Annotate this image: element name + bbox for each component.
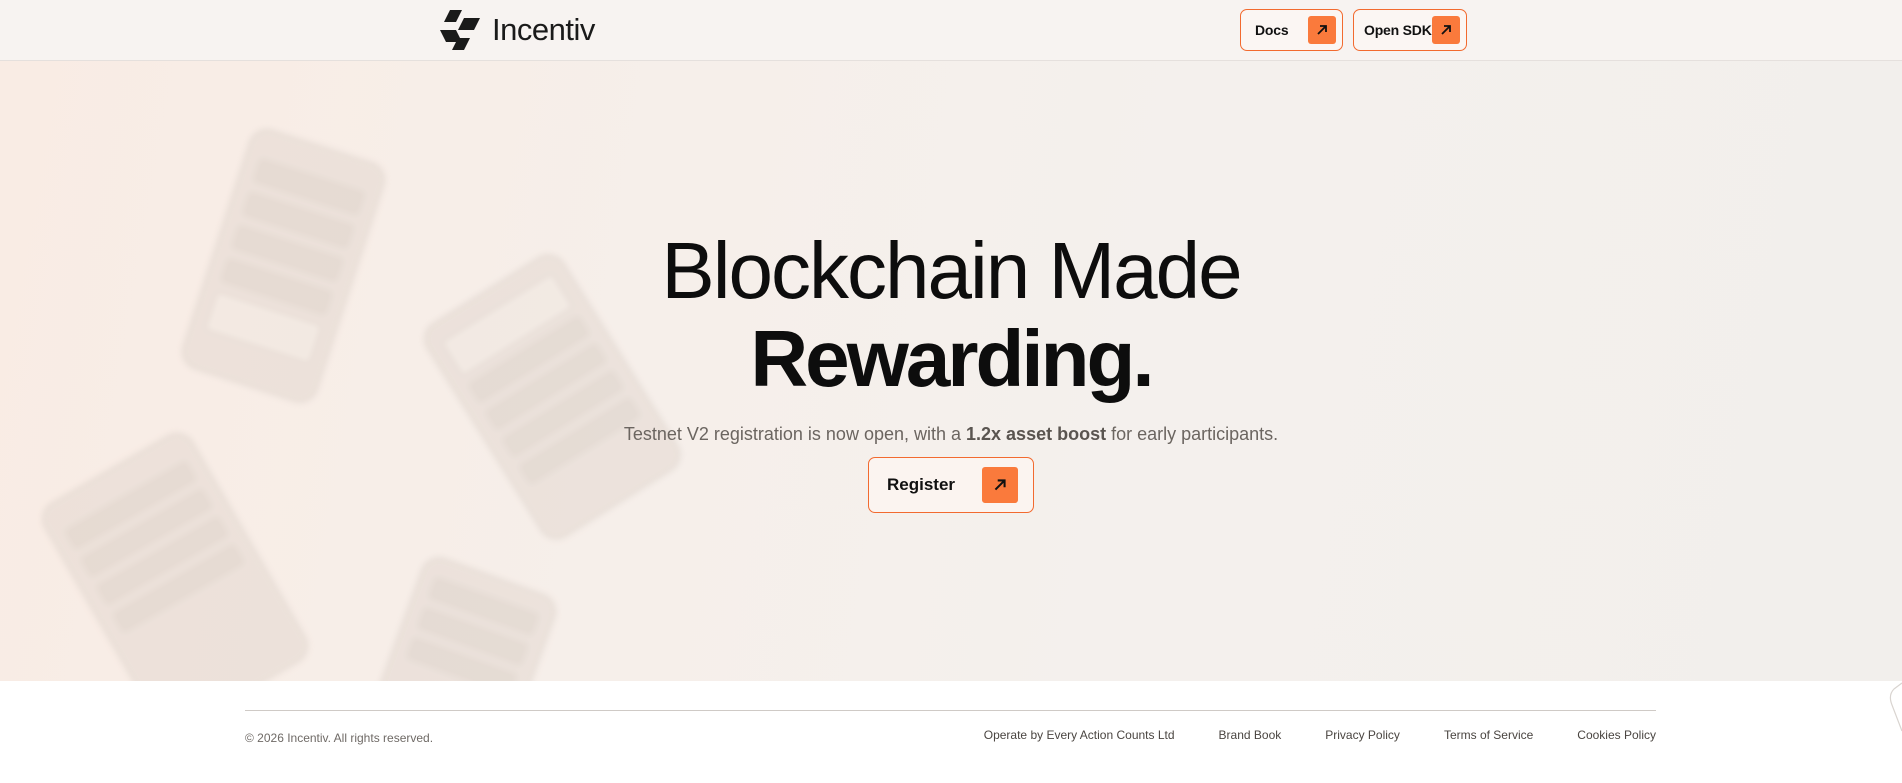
footer-link-privacy-policy[interactable]: Privacy Policy xyxy=(1325,728,1400,742)
arrow-up-right-icon xyxy=(1432,16,1460,44)
footer-links: Operate by Every Action Counts Ltd Brand… xyxy=(984,728,1656,742)
footer-link-cookies-policy[interactable]: Cookies Policy xyxy=(1577,728,1656,742)
register-button-label: Register xyxy=(887,475,956,494)
open-sdk-button[interactable]: Open SDK xyxy=(1353,9,1467,51)
subline-text-end: for early participants. xyxy=(1106,424,1279,444)
hero-section: Blockchain Made Rewarding. Testnet V2 re… xyxy=(0,61,1902,681)
hero-headline-line1: Blockchain Made xyxy=(661,226,1242,315)
footer-corner-decoration xyxy=(1889,682,1902,732)
hero-headline-line2: Rewarding. xyxy=(750,314,1154,403)
site-footer: © 2026 Incentiv. All rights reserved. Op… xyxy=(0,681,1902,783)
copyright-text: © 2026 Incentiv. All rights reserved. xyxy=(245,731,434,745)
docs-button[interactable]: Docs xyxy=(1240,9,1343,51)
footer-divider xyxy=(245,710,1656,711)
site-header: Incentiv Docs Open SDK xyxy=(0,0,1902,61)
footer-link-terms-of-service[interactable]: Terms of Service xyxy=(1444,728,1533,742)
incentiv-logo-icon xyxy=(440,10,480,50)
register-button[interactable]: Register xyxy=(868,457,1034,513)
subline-text-start: Testnet V2 registration is now open, wit… xyxy=(623,424,967,444)
subline-bold-boost: 1.2x asset boost xyxy=(966,424,1107,444)
footer-link-operator[interactable]: Operate by Every Action Counts Ltd xyxy=(984,728,1175,742)
arrow-up-right-icon xyxy=(1308,16,1336,44)
logo-text: Incentiv xyxy=(492,12,595,47)
arrow-up-right-icon xyxy=(982,467,1018,503)
logo[interactable]: Incentiv xyxy=(436,8,595,52)
hero-subline: Testnet V2 registration is now open, wit… xyxy=(0,424,1902,445)
footer-link-brand-book[interactable]: Brand Book xyxy=(1219,728,1282,742)
open-sdk-button-label: Open SDK xyxy=(1364,22,1432,38)
docs-button-label: Docs xyxy=(1255,22,1289,38)
